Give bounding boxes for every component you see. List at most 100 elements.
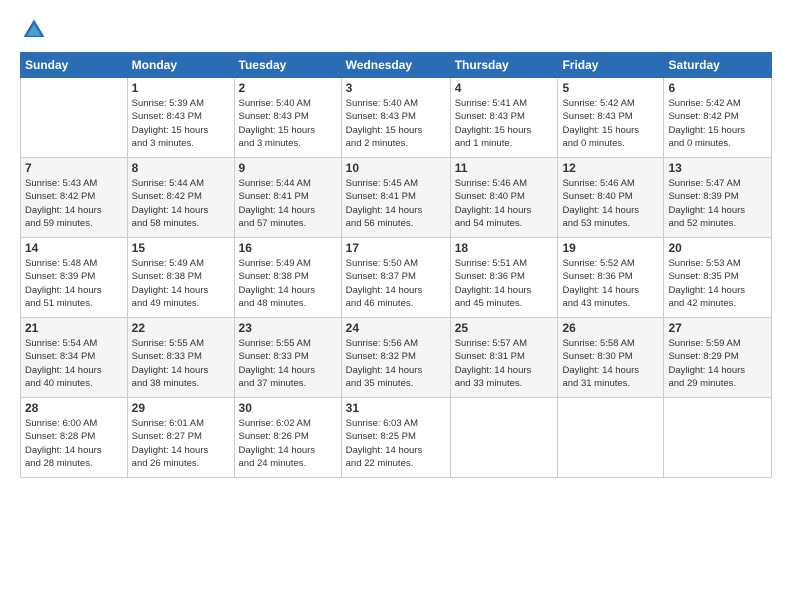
day-number: 14 [25,241,123,255]
week-row-4: 21 Sunrise: 5:54 AMSunset: 8:34 PMDayligh… [21,318,772,398]
day-cell [664,398,772,478]
day-info: Sunrise: 5:51 AMSunset: 8:36 PMDaylight:… [455,257,554,310]
day-cell: 12 Sunrise: 5:46 AMSunset: 8:40 PMDayligh… [558,158,664,238]
day-cell: 13Sunrise: 5:47 AMSunset: 8:39 PMDayligh… [664,158,772,238]
day-cell: 14 Sunrise: 5:48 AMSunset: 8:39 PMDayligh… [21,238,128,318]
week-row-3: 14 Sunrise: 5:48 AMSunset: 8:39 PMDayligh… [21,238,772,318]
day-info: Sunrise: 5:49 AMSunset: 8:38 PMDaylight:… [132,257,230,310]
day-number: 11 [455,161,554,175]
day-number: 6 [668,81,767,95]
logo [20,16,52,44]
weekday-header-sunday: Sunday [21,53,128,78]
day-cell: 29 Sunrise: 6:01 AMSunset: 8:27 PMDayligh… [127,398,234,478]
day-cell: 8 Sunrise: 5:44 AMSunset: 8:42 PMDaylight… [127,158,234,238]
day-info: Sunrise: 5:49 AMSunset: 8:38 PMDaylight:… [239,257,337,310]
day-number: 1 [132,81,230,95]
day-cell: 22 Sunrise: 5:55 AMSunset: 8:33 PMDayligh… [127,318,234,398]
weekday-header-tuesday: Tuesday [234,53,341,78]
day-info: Sunrise: 5:46 AMSunset: 8:40 PMDaylight:… [455,177,554,230]
day-info: Sunrise: 5:41 AMSunset: 8:43 PMDaylight:… [455,97,554,150]
day-number: 8 [132,161,230,175]
day-info: Sunrise: 5:39 AMSunset: 8:43 PMDaylight:… [132,97,230,150]
day-number: 13 [668,161,767,175]
day-number: 5 [562,81,659,95]
day-number: 27 [668,321,767,335]
day-info: Sunrise: 5:46 AMSunset: 8:40 PMDaylight:… [562,177,659,230]
day-number: 23 [239,321,337,335]
day-cell: 1 Sunrise: 5:39 AMSunset: 8:43 PMDaylight… [127,78,234,158]
day-number: 4 [455,81,554,95]
day-cell: 11 Sunrise: 5:46 AMSunset: 8:40 PMDayligh… [450,158,558,238]
day-number: 3 [346,81,446,95]
day-cell: 5 Sunrise: 5:42 AMSunset: 8:43 PMDaylight… [558,78,664,158]
day-cell: 17Sunrise: 5:50 AMSunset: 8:37 PMDayligh… [341,238,450,318]
day-number: 21 [25,321,123,335]
day-number: 31 [346,401,446,415]
day-info: Sunrise: 5:55 AMSunset: 8:33 PMDaylight:… [132,337,230,390]
weekday-header-wednesday: Wednesday [341,53,450,78]
day-info: Sunrise: 5:52 AMSunset: 8:36 PMDaylight:… [562,257,659,310]
weekday-header-saturday: Saturday [664,53,772,78]
day-number: 24 [346,321,446,335]
day-number: 7 [25,161,123,175]
weekday-header-friday: Friday [558,53,664,78]
day-number: 18 [455,241,554,255]
day-info: Sunrise: 6:02 AMSunset: 8:26 PMDaylight:… [239,417,337,470]
day-cell: 19Sunrise: 5:52 AMSunset: 8:36 PMDayligh… [558,238,664,318]
day-info: Sunrise: 6:01 AMSunset: 8:27 PMDaylight:… [132,417,230,470]
day-number: 28 [25,401,123,415]
day-info: Sunrise: 5:57 AMSunset: 8:31 PMDaylight:… [455,337,554,390]
header [20,16,772,44]
day-cell: 10Sunrise: 5:45 AMSunset: 8:41 PMDayligh… [341,158,450,238]
week-row-2: 7 Sunrise: 5:43 AMSunset: 8:42 PMDaylight… [21,158,772,238]
day-info: Sunrise: 5:40 AMSunset: 8:43 PMDaylight:… [239,97,337,150]
day-cell: 26 Sunrise: 5:58 AMSunset: 8:30 PMDayligh… [558,318,664,398]
day-cell: 9 Sunrise: 5:44 AMSunset: 8:41 PMDaylight… [234,158,341,238]
logo-icon [20,16,48,44]
day-cell [450,398,558,478]
day-number: 2 [239,81,337,95]
day-number: 22 [132,321,230,335]
week-row-5: 28 Sunrise: 6:00 AMSunset: 8:28 PMDayligh… [21,398,772,478]
day-info: Sunrise: 5:56 AMSunset: 8:32 PMDaylight:… [346,337,446,390]
day-number: 26 [562,321,659,335]
day-cell: 4 Sunrise: 5:41 AMSunset: 8:43 PMDaylight… [450,78,558,158]
week-row-1: 1 Sunrise: 5:39 AMSunset: 8:43 PMDaylight… [21,78,772,158]
day-cell: 3Sunrise: 5:40 AMSunset: 8:43 PMDaylight… [341,78,450,158]
weekday-header-monday: Monday [127,53,234,78]
day-number: 30 [239,401,337,415]
day-cell: 30 Sunrise: 6:02 AMSunset: 8:26 PMDayligh… [234,398,341,478]
day-number: 17 [346,241,446,255]
day-info: Sunrise: 5:42 AMSunset: 8:42 PMDaylight:… [668,97,767,150]
day-info: Sunrise: 6:03 AMSunset: 8:25 PMDaylight:… [346,417,446,470]
day-info: Sunrise: 6:00 AMSunset: 8:28 PMDaylight:… [25,417,123,470]
weekday-header-row: SundayMondayTuesdayWednesdayThursdayFrid… [21,53,772,78]
day-cell: 27Sunrise: 5:59 AMSunset: 8:29 PMDayligh… [664,318,772,398]
day-cell: 7 Sunrise: 5:43 AMSunset: 8:42 PMDaylight… [21,158,128,238]
day-cell: 20 Sunrise: 5:53 AMSunset: 8:35 PMDayligh… [664,238,772,318]
day-info: Sunrise: 5:43 AMSunset: 8:42 PMDaylight:… [25,177,123,230]
day-cell: 25Sunrise: 5:57 AMSunset: 8:31 PMDayligh… [450,318,558,398]
day-cell: 16 Sunrise: 5:49 AMSunset: 8:38 PMDayligh… [234,238,341,318]
day-info: Sunrise: 5:48 AMSunset: 8:39 PMDaylight:… [25,257,123,310]
day-cell: 15Sunrise: 5:49 AMSunset: 8:38 PMDayligh… [127,238,234,318]
day-number: 29 [132,401,230,415]
day-cell: 24 Sunrise: 5:56 AMSunset: 8:32 PMDayligh… [341,318,450,398]
day-number: 20 [668,241,767,255]
day-number: 12 [562,161,659,175]
day-number: 9 [239,161,337,175]
day-number: 16 [239,241,337,255]
page: SundayMondayTuesdayWednesdayThursdayFrid… [0,0,792,612]
day-info: Sunrise: 5:54 AMSunset: 8:34 PMDaylight:… [25,337,123,390]
day-cell: 6 Sunrise: 5:42 AMSunset: 8:42 PMDaylight… [664,78,772,158]
day-info: Sunrise: 5:58 AMSunset: 8:30 PMDaylight:… [562,337,659,390]
weekday-header-thursday: Thursday [450,53,558,78]
day-info: Sunrise: 5:44 AMSunset: 8:42 PMDaylight:… [132,177,230,230]
day-info: Sunrise: 5:44 AMSunset: 8:41 PMDaylight:… [239,177,337,230]
day-info: Sunrise: 5:42 AMSunset: 8:43 PMDaylight:… [562,97,659,150]
day-cell: 2 Sunrise: 5:40 AMSunset: 8:43 PMDaylight… [234,78,341,158]
day-cell [558,398,664,478]
day-cell: 28 Sunrise: 6:00 AMSunset: 8:28 PMDayligh… [21,398,128,478]
day-cell: 31 Sunrise: 6:03 AMSunset: 8:25 PMDayligh… [341,398,450,478]
day-info: Sunrise: 5:53 AMSunset: 8:35 PMDaylight:… [668,257,767,310]
